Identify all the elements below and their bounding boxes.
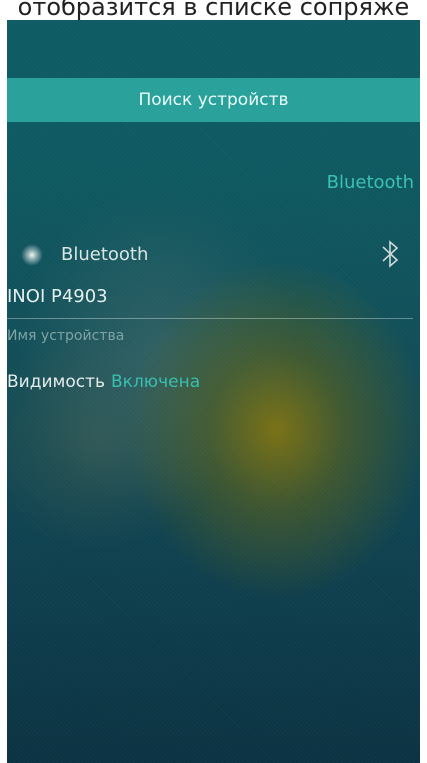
- phone-screen: Поиск устройств Bluetooth Bluetooth INOI…: [7, 20, 420, 763]
- device-name-field[interactable]: INOI P4903: [7, 286, 108, 307]
- visibility-row[interactable]: Видимость Включена: [7, 372, 200, 392]
- bluetooth-toggle-row[interactable]: Bluetooth: [7, 234, 420, 278]
- visibility-value: Включена: [111, 372, 201, 392]
- status-glow-icon: [21, 244, 43, 266]
- divider: [7, 318, 413, 319]
- bluetooth-label: Bluetooth: [61, 244, 149, 265]
- device-name-caption: Имя устройства: [7, 328, 125, 344]
- bluetooth-icon[interactable]: [380, 238, 402, 270]
- search-devices-button[interactable]: Поиск устройств: [7, 78, 420, 122]
- top-caption-text: отобразится в списке сопряже: [17, 0, 410, 20]
- visibility-label: Видимость: [7, 372, 106, 392]
- search-devices-label: Поиск устройств: [138, 90, 289, 110]
- section-title: Bluetooth: [326, 172, 414, 193]
